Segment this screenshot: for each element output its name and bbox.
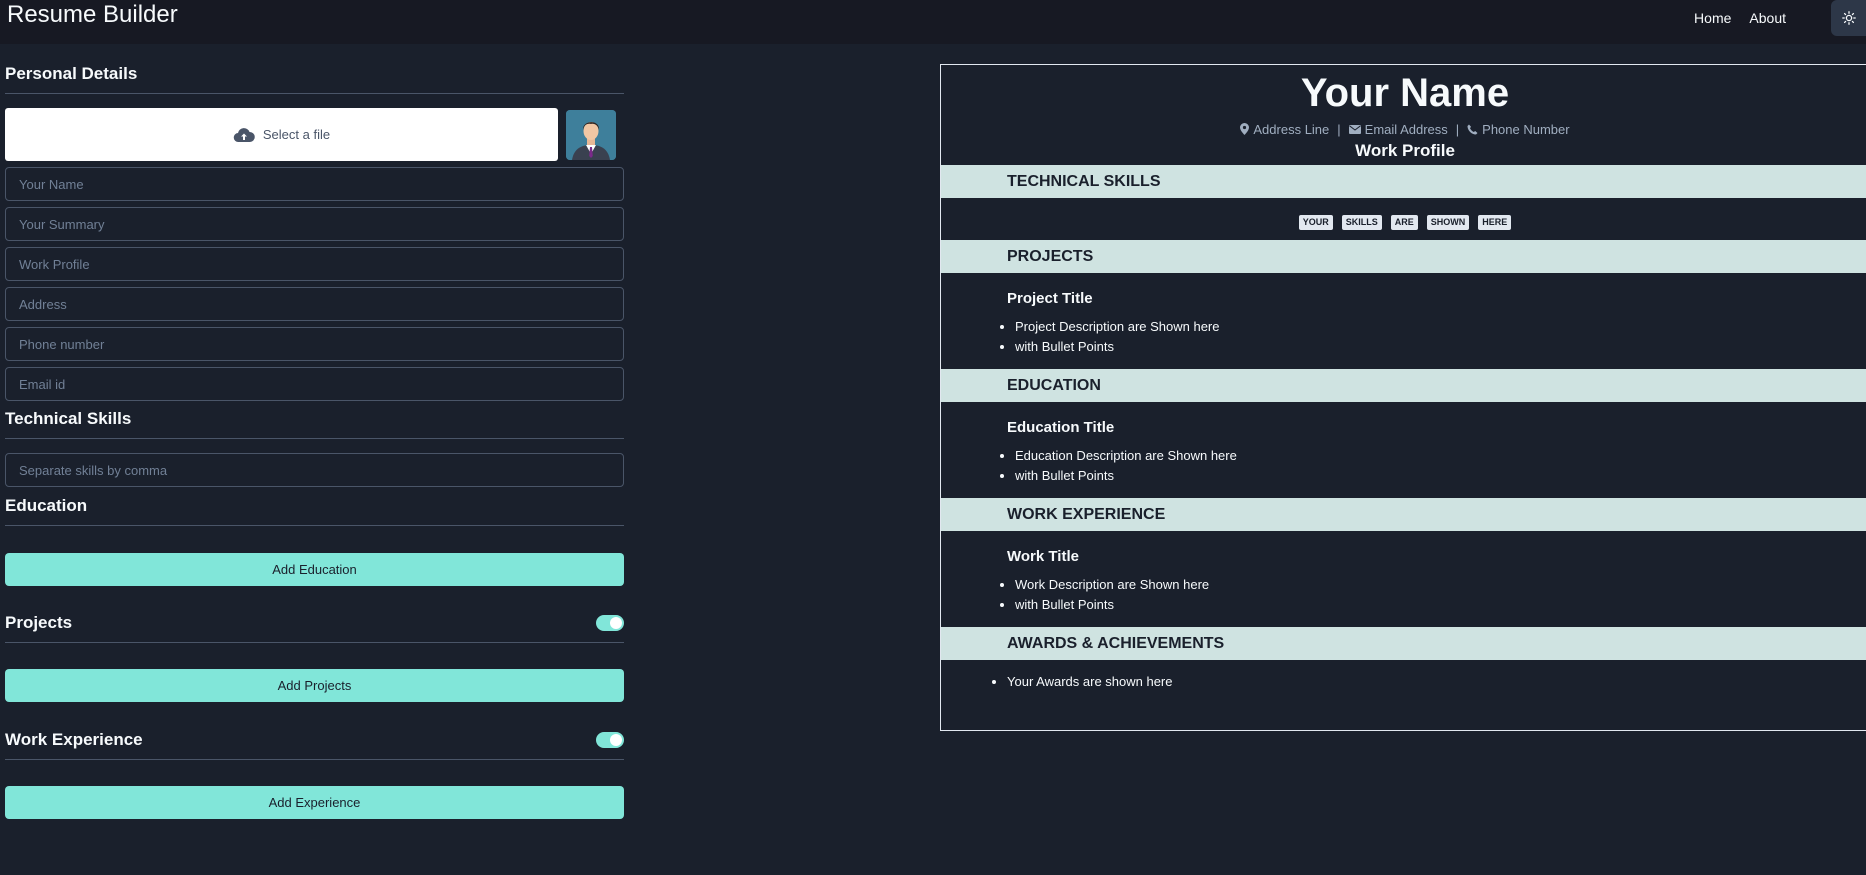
sun-icon [1841,11,1856,25]
work-bullets: Work Description are Shown here with Bul… [941,575,1866,627]
separator: | [1455,121,1460,137]
divider [5,93,624,94]
email-input[interactable] [5,367,624,401]
projects-section-heading: PROJECTS [941,240,1866,273]
name-input[interactable] [5,167,624,201]
list-item: with Bullet Points [1015,466,1866,486]
list-item: Your Awards are shown here [1007,674,1866,689]
address-input[interactable] [5,287,624,321]
list-item: Work Description are Shown here [1015,575,1866,595]
email-text: Email Address [1364,121,1448,137]
education-section-heading: EDUCATION [941,369,1866,402]
skill-tag: SHOWN [1426,215,1470,230]
list-item: Education Description are Shown here [1015,446,1866,466]
skills-input[interactable] [5,453,624,487]
resume-preview: Your Name Address Line | Email Address |… [940,64,1866,731]
project-title: Project Title [1007,290,1093,307]
technical-skills-heading: Technical Skills [5,409,132,428]
awards-section-heading: AWARDS & ACHIEVEMENTS [941,627,1866,660]
work-experience-header: Work Experience [5,730,624,759]
nav-links: Home About [1694,0,1786,36]
list-item: with Bullet Points [1015,595,1866,615]
list-item: with Bullet Points [1015,337,1866,357]
skill-tag: SKILLS [1341,215,1382,230]
projects-heading: Projects [5,613,73,632]
divider [5,438,624,439]
preview-email: Email Address [1348,121,1448,137]
preview-phone: Phone Number [1467,121,1570,137]
list-item: Project Description are Shown here [1015,317,1866,337]
app-title: Resume Builder [7,1,178,28]
add-experience-button[interactable]: Add Experience [5,786,624,819]
project-bullets: Project Description are Shown here with … [941,317,1866,369]
file-upload-dropzone[interactable]: Select a file [5,108,558,161]
projects-toggle[interactable] [596,615,624,631]
avatar-preview [566,109,616,160]
envelope-icon [1348,124,1361,134]
cloud-upload-icon [233,127,255,142]
skill-tag: HERE [1478,215,1512,230]
education-heading: Education [5,496,88,515]
work-experience-toggle[interactable] [596,732,624,748]
preview-contact-line: Address Line | Email Address | Phone Num… [941,119,1866,139]
work-section-heading: WORK EXPERIENCE [941,498,1866,531]
education-bullets: Education Description are Shown here wit… [941,446,1866,498]
toggle-knob [610,617,622,629]
summary-input[interactable] [5,207,624,241]
nav-link-home[interactable]: Home [1694,10,1731,26]
phone-text: Phone Number [1482,121,1570,137]
work-title: Work Title [1007,548,1079,565]
preview-address: Address Line [1240,122,1329,137]
divider [5,759,624,760]
work-profile-input[interactable] [5,247,624,281]
phone-icon [1467,124,1478,134]
projects-header: Projects [5,613,624,642]
personal-details-heading: Personal Details [5,64,138,83]
photo-upload-row: Select a file [5,108,624,161]
divider [5,642,624,643]
preview-work-profile: Work Profile [1355,141,1455,160]
address-text: Address Line [1253,121,1330,137]
separator: | [1337,121,1341,137]
add-projects-button[interactable]: Add Projects [5,669,624,702]
work-experience-heading: Work Experience [5,730,143,749]
theme-toggle-button[interactable] [1831,0,1866,36]
skill-tag: ARE [1390,215,1418,230]
resume-form: Personal Details Select a file Te [5,44,624,819]
divider [5,525,624,526]
skills-tags: YOUR SKILLS ARE SHOWN HERE [941,198,1866,240]
toggle-knob [610,734,622,746]
add-education-button[interactable]: Add Education [5,553,624,586]
phone-input[interactable] [5,327,624,361]
nav-link-about[interactable]: About [1749,10,1786,26]
skill-tag: YOUR [1298,215,1333,230]
education-title: Education Title [1007,419,1115,436]
user-avatar-icon [566,109,616,160]
top-navbar: Resume Builder Home About [0,0,1866,44]
preview-name: Your Name [1300,71,1510,115]
skills-section-heading: TECHNICAL SKILLS [941,165,1866,198]
upload-label: Select a file [262,127,331,142]
map-pin-icon [1240,123,1250,135]
awards-bullets: Your Awards are shown here [941,660,1866,689]
